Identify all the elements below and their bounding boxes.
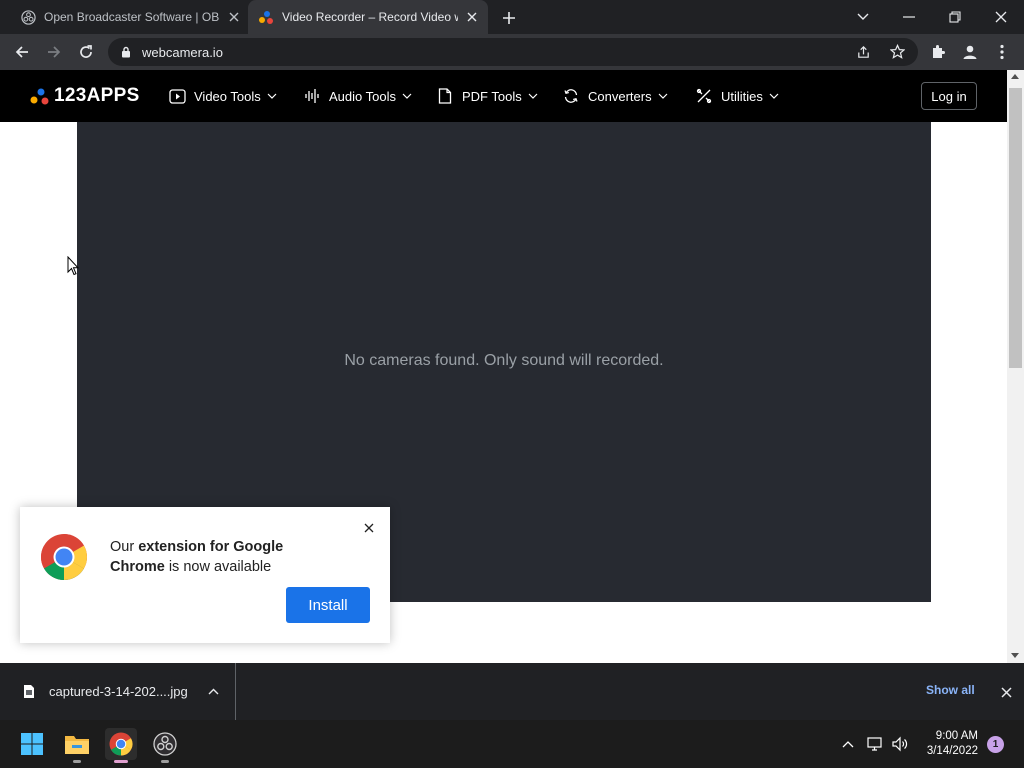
chevron-down-icon [658,91,668,101]
chrome-taskbar-icon[interactable] [105,728,137,763]
video-icon [168,87,186,105]
show-all-link[interactable]: Show all [926,683,975,697]
scroll-down-icon[interactable] [1011,653,1019,658]
close-tab-icon[interactable] [464,9,480,25]
chevron-down-icon [528,91,538,101]
login-button[interactable]: Log in [921,82,977,110]
system-clock[interactable]: 9:00 AM 3/14/2022 [920,729,978,759]
nav-label: Video Tools [194,88,261,104]
logo-text: 123APPS [54,85,140,106]
address-bar[interactable]: webcamera.io [108,38,918,66]
close-download-bar-icon[interactable] [998,684,1014,700]
nav-converters[interactable]: Converters [562,86,668,106]
popup-message: Our extension for Google Chrome is now a… [110,537,330,577]
extension-popup: Our extension for Google Chrome is now a… [20,507,390,643]
chrome-icon [40,533,88,581]
convert-icon [562,87,580,105]
lock-icon[interactable] [120,45,132,59]
nav-label: Audio Tools [329,88,396,104]
nav-utilities[interactable]: Utilities [695,86,779,106]
chevron-down-icon [267,91,277,101]
chevron-down-icon [402,91,412,101]
chevron-up-icon[interactable] [207,686,219,698]
scroll-up-icon[interactable] [1011,74,1019,79]
tab-search-icon[interactable] [840,0,886,34]
nav-label: PDF Tools [462,88,522,104]
scrollbar-thumb[interactable] [1009,88,1022,368]
running-indicator [114,760,128,763]
install-button[interactable]: Install [286,587,370,623]
tab-title: Video Recorder – Record Video w [282,10,458,24]
hidden-icons-chevron-icon[interactable] [838,734,858,754]
clock-date: 3/14/2022 [926,745,978,757]
close-popup-icon[interactable] [360,519,378,537]
reload-button[interactable] [72,38,100,66]
obs-icon [20,9,36,25]
restore-icon[interactable] [932,0,978,34]
popup-text-suffix: is now available [164,559,272,575]
volume-icon[interactable] [890,734,910,754]
windows-taskbar: 9:00 AM 3/14/2022 [0,720,1024,768]
download-filename: captured-3-14-202....jpg [49,684,188,699]
clock-time: 9:00 AM [935,730,978,742]
forward-button[interactable] [40,38,68,66]
extensions-icon[interactable] [924,38,952,66]
tab-obs[interactable]: Open Broadcaster Software | OBS [0,0,248,34]
new-tab-button[interactable] [498,7,520,29]
nav-label: Converters [588,88,652,104]
popup-text-prefix: Our [110,539,139,555]
nav-pdf-tools[interactable]: PDF Tools [436,86,538,106]
audio-wave-icon [303,87,321,105]
screen: Open Broadcaster Software | OBS Video Re… [0,0,1024,768]
running-indicator [161,760,169,763]
logo-dots-icon [30,86,50,106]
profile-icon[interactable] [956,38,984,66]
site-navbar: 123APPS Video Tools Audio Tools PDF Tool… [0,70,1007,122]
url-text: webcamera.io [142,44,223,60]
nav-video-tools[interactable]: Video Tools [168,86,277,106]
close-tab-icon[interactable] [226,9,242,25]
file-icon [22,684,36,700]
mouse-cursor-icon [67,255,80,276]
share-icon[interactable] [856,45,872,61]
tools-icon [695,87,713,105]
tab-title: Open Broadcaster Software | OBS [44,10,220,24]
back-button[interactable] [8,38,36,66]
menu-icon[interactable] [988,38,1016,66]
minimize-icon[interactable] [886,0,932,34]
site-logo[interactable]: 123APPS [30,85,140,107]
close-window-icon[interactable] [978,0,1024,34]
running-indicator [73,760,81,763]
network-icon[interactable] [865,734,885,754]
chevron-down-icon [769,91,779,101]
page-scrollbar[interactable] [1007,70,1024,663]
file-explorer-icon[interactable] [61,728,93,763]
obs-taskbar-icon[interactable] [149,728,181,763]
download-bar: captured-3-14-202....jpg Show all [0,663,1024,720]
nav-audio-tools[interactable]: Audio Tools [303,86,412,106]
document-icon [436,87,454,105]
no-camera-message: No cameras found. Only sound will record… [344,352,664,369]
tab-video-recorder[interactable]: Video Recorder – Record Video w [248,0,488,34]
notification-badge[interactable]: 1 [987,736,1004,753]
123apps-icon [258,9,274,25]
start-icon[interactable] [16,728,48,760]
bookmark-star-icon[interactable] [889,43,906,60]
nav-label: Utilities [721,88,763,104]
download-item[interactable]: captured-3-14-202....jpg [0,663,236,720]
tab-strip: Open Broadcaster Software | OBS Video Re… [0,0,1024,34]
browser-toolbar: webcamera.io [0,34,1024,70]
